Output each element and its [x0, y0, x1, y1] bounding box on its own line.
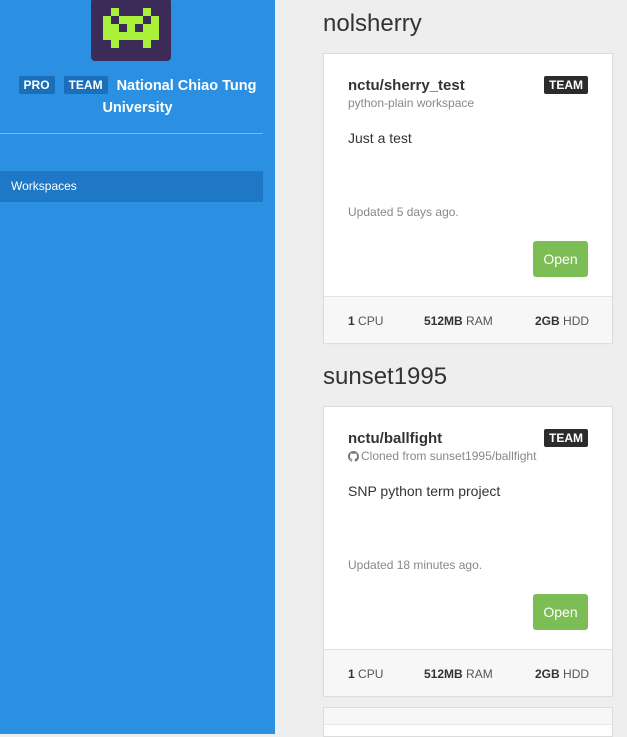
subtitle-text: Cloned from sunset1995/ballfight	[361, 449, 537, 463]
workspace-card: nctu/ballfight TEAM Cloned from sunset19…	[323, 406, 613, 696]
hdd-unit: HDD	[563, 314, 590, 328]
hdd-spec: 2GB HDD	[535, 314, 589, 328]
workspace-list: nolsherry nctu/sherry_test TEAM python-p…	[275, 0, 627, 737]
ram-unit: RAM	[466, 667, 493, 681]
workspace-updated: Updated 18 minutes ago.	[348, 558, 483, 572]
hdd-unit: HDD	[563, 667, 590, 681]
cpu-unit: CPU	[358, 667, 384, 681]
card-footer-strip	[324, 708, 612, 725]
user-heading: sunset1995	[323, 363, 448, 390]
ram-unit: RAM	[466, 314, 493, 328]
org-name-continued: University	[102, 100, 173, 116]
sidebar-item-workspaces[interactable]: Workspaces	[0, 171, 263, 202]
github-icon	[348, 451, 359, 462]
workspace-specs: 1 CPU 512MB RAM 2GB HDD	[324, 296, 612, 343]
workspace-subtitle: Cloned from sunset1995/ballfight	[348, 449, 536, 463]
open-button[interactable]: Open	[533, 241, 588, 277]
workspace-specs: 1 CPU 512MB RAM 2GB HDD	[324, 649, 612, 696]
workspace-updated: Updated 5 days ago.	[348, 205, 459, 219]
workspace-description: Just a test	[348, 130, 412, 146]
pro-badge: PRO	[18, 76, 55, 94]
team-badge: TEAM	[63, 76, 108, 94]
ram-spec: 512MB RAM	[424, 314, 493, 328]
workspace-card: nctu/sherry_test TEAM python-plain works…	[323, 53, 613, 343]
workspace-title[interactable]: nctu/ballfight	[348, 430, 442, 447]
ram-spec: 512MB RAM	[424, 667, 493, 681]
org-name: National Chiao Tung	[116, 78, 257, 94]
hdd-value: 2GB	[535, 314, 560, 328]
ram-value: 512MB	[424, 314, 463, 328]
cpu-spec: 1 CPU	[348, 667, 383, 681]
sidebar: PRO TEAM National Chiao Tung University Wo…	[0, 0, 275, 734]
workspace-card-partial	[323, 707, 613, 737]
user-heading: nolsherry	[323, 10, 422, 37]
team-badge: TEAM	[544, 429, 588, 447]
org-name-row: PRO TEAM National Chiao Tung	[0, 76, 275, 94]
sidebar-divider	[0, 133, 263, 134]
workspace-description: SNP python term project	[348, 483, 501, 499]
cpu-value: 1	[348, 667, 355, 681]
cpu-spec: 1 CPU	[348, 314, 383, 328]
cpu-value: 1	[348, 314, 355, 328]
workspace-title[interactable]: nctu/sherry_test	[348, 77, 465, 94]
open-button[interactable]: Open	[533, 594, 588, 630]
ram-value: 512MB	[424, 667, 463, 681]
hdd-value: 2GB	[535, 667, 560, 681]
space-invader-icon	[103, 8, 159, 48]
workspace-subtitle: python-plain workspace	[348, 96, 475, 110]
hdd-spec: 2GB HDD	[535, 667, 589, 681]
org-avatar-icon	[91, 0, 171, 61]
team-badge: TEAM	[544, 76, 588, 94]
cpu-unit: CPU	[358, 314, 384, 328]
